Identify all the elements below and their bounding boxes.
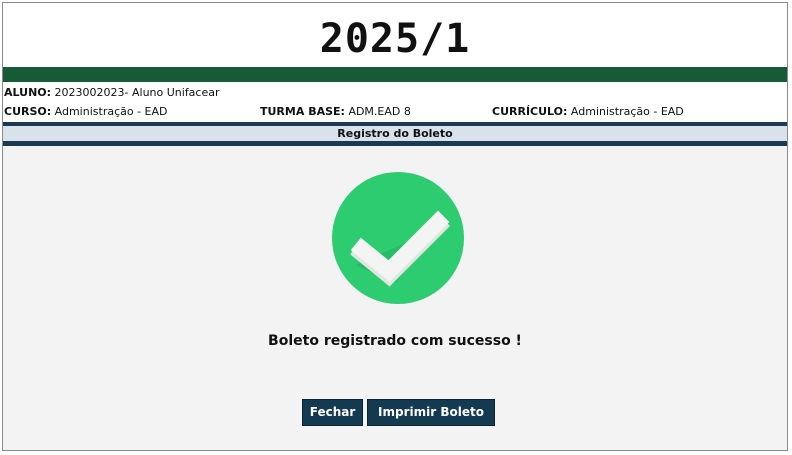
turma-field: TURMA BASE: ADM.EAD 8: [260, 105, 411, 118]
aluno-value: 2023002023- Aluno Unifacear: [54, 86, 220, 99]
curriculo-field: CURRÍCULO: Administração - EAD: [492, 105, 684, 118]
student-row: ALUNO: 2023002023- Aluno Unifacear: [4, 86, 220, 99]
boleto-window: 2025/1 ALUNO: 2023002023- Aluno Unifacea…: [2, 2, 788, 451]
print-boleto-button[interactable]: Imprimir Boleto: [367, 399, 495, 426]
student-info: ALUNO: 2023002023- Aluno Unifacear CURSO…: [3, 82, 787, 122]
success-message: Boleto registrado com sucesso !: [268, 333, 522, 349]
curriculo-value: Administração - EAD: [570, 105, 684, 118]
header-divider: [3, 67, 787, 82]
curso-field: CURSO: Administração - EAD: [4, 105, 168, 118]
section-divider-bottom: [3, 141, 787, 146]
turma-label: TURMA BASE:: [260, 105, 345, 118]
header: 2025/1: [3, 3, 787, 67]
page-title: 2025/1: [319, 16, 471, 62]
turma-value: ADM.EAD 8: [348, 105, 411, 118]
curso-value: Administração - EAD: [54, 105, 168, 118]
curriculo-label: CURRÍCULO:: [492, 105, 568, 118]
aluno-label: ALUNO:: [4, 86, 52, 99]
close-button[interactable]: Fechar: [302, 399, 363, 426]
curso-label: CURSO:: [4, 105, 52, 118]
success-check-icon: [332, 172, 464, 304]
section-title: Registro do Boleto: [3, 126, 787, 141]
